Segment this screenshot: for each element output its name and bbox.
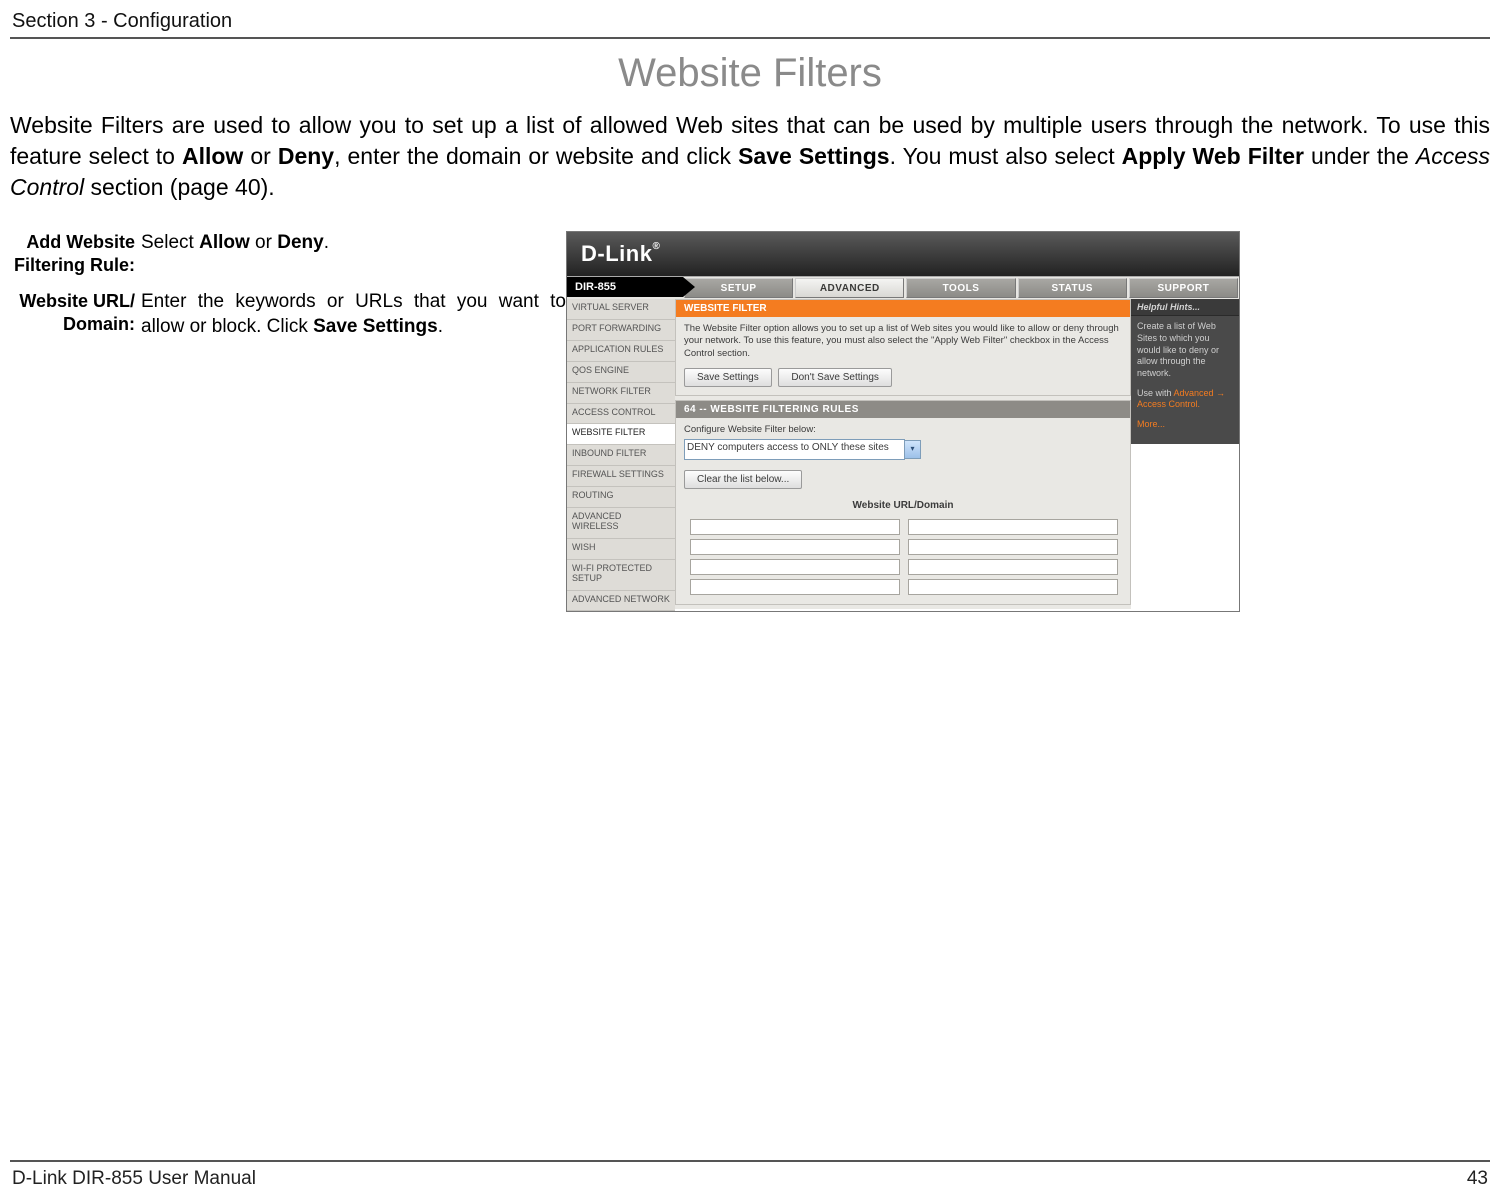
- url-input[interactable]: [908, 539, 1118, 555]
- configure-label: Configure Website Filter below:: [684, 424, 1122, 436]
- sidebar-item-port-forwarding[interactable]: PORT FORWARDING: [567, 320, 675, 341]
- panel-body: The Website Filter option allows you to …: [676, 317, 1130, 395]
- text: Deny: [278, 143, 334, 169]
- tab-support[interactable]: SUPPORT: [1129, 278, 1238, 298]
- hints-text: Use with: [1137, 388, 1174, 398]
- text: Save Settings: [738, 143, 889, 169]
- text: Domain:: [63, 314, 135, 334]
- url-input[interactable]: [690, 539, 900, 555]
- hints-header: Helpful Hints...: [1131, 299, 1239, 316]
- text: Add Website: [26, 232, 135, 252]
- section-header: Section 3 - Configuration: [12, 10, 1490, 33]
- text: Save Settings: [313, 316, 438, 337]
- definition-row: Add Website Filtering Rule: Select Allow…: [10, 231, 566, 276]
- table-row: [686, 518, 1120, 536]
- intro-paragraph: Website Filters are used to allow you to…: [10, 110, 1490, 203]
- panel-header: WEBSITE FILTER: [676, 300, 1130, 317]
- sidebar-item-inbound-filter[interactable]: INBOUND FILTER: [567, 445, 675, 466]
- url-input[interactable]: [690, 579, 900, 595]
- text: Select: [141, 232, 199, 253]
- tab-advanced[interactable]: ADVANCED: [795, 278, 904, 298]
- hints-more-link[interactable]: More...: [1137, 419, 1165, 429]
- panel-website-filter: WEBSITE FILTER The Website Filter option…: [675, 299, 1131, 396]
- dlink-logo: D-Link®: [581, 241, 660, 267]
- chevron-down-icon[interactable]: ▾: [905, 440, 921, 459]
- tab-tools[interactable]: TOOLS: [906, 278, 1015, 298]
- sidebar-item-qos-engine[interactable]: QOS ENGINE: [567, 362, 675, 383]
- text: Apply Web Filter: [1122, 143, 1304, 169]
- definition-row: Website URL/ Domain: Enter the keywords …: [10, 290, 566, 339]
- router-ui-screenshot: D-Link® DIR-855 SETUP ADVANCED TOOLS STA…: [566, 231, 1240, 612]
- dont-save-settings-button[interactable]: Don't Save Settings: [778, 368, 892, 387]
- panel-description: The Website Filter option allows you to …: [684, 323, 1122, 360]
- text: under the: [1304, 143, 1416, 169]
- definition-body: Enter the keywords or URLs that you want…: [135, 290, 566, 339]
- text: Allow: [182, 143, 243, 169]
- url-input[interactable]: [690, 519, 900, 535]
- sidebar-item-wifi-protected-setup[interactable]: WI-FI PROTECTED SETUP: [567, 560, 675, 591]
- tab-status[interactable]: STATUS: [1018, 278, 1127, 298]
- clear-list-button[interactable]: Clear the list below...: [684, 470, 802, 489]
- text: .: [324, 232, 329, 253]
- panel-subheader: 64 -- WEBSITE FILTERING RULES: [676, 401, 1130, 418]
- sidebar-item-wish[interactable]: WISH: [567, 539, 675, 560]
- router-banner: D-Link®: [567, 232, 1239, 276]
- sidebar-item-website-filter[interactable]: WEBSITE FILTER: [567, 424, 675, 445]
- sidebar: VIRTUAL SERVER PORT FORWARDING APPLICATI…: [567, 299, 675, 611]
- url-table: Website URL/Domain: [684, 493, 1122, 598]
- url-input[interactable]: [908, 579, 1118, 595]
- definition-label: Add Website Filtering Rule:: [10, 231, 135, 276]
- sidebar-item-virtual-server[interactable]: VIRTUAL SERVER: [567, 299, 675, 320]
- sidebar-item-application-rules[interactable]: APPLICATION RULES: [567, 341, 675, 362]
- url-table-header: Website URL/Domain: [686, 495, 1120, 516]
- text: Filtering Rule:: [14, 255, 135, 275]
- tab-setup[interactable]: SETUP: [684, 278, 793, 298]
- divider-top: [10, 37, 1490, 39]
- sidebar-item-advanced-wireless[interactable]: ADVANCED WIRELESS: [567, 508, 675, 539]
- top-tabs: SETUP ADVANCED TOOLS STATUS SUPPORT: [683, 277, 1239, 299]
- sidebar-item-access-control[interactable]: ACCESS CONTROL: [567, 404, 675, 425]
- text: . You must also select: [890, 143, 1122, 169]
- registered-icon: ®: [652, 241, 660, 252]
- page-title: Website Filters: [10, 51, 1490, 96]
- filter-mode-select[interactable]: DENY computers access to ONLY these site…: [684, 439, 905, 460]
- sidebar-item-firewall-settings[interactable]: FIREWALL SETTINGS: [567, 466, 675, 487]
- footer-page-number: 43: [1467, 1168, 1488, 1190]
- text: or: [243, 143, 278, 169]
- panel-filtering-rules: 64 -- WEBSITE FILTERING RULES Configure …: [675, 400, 1131, 604]
- sidebar-item-routing[interactable]: ROUTING: [567, 487, 675, 508]
- url-input[interactable]: [908, 559, 1118, 575]
- hints-body: Create a list of Web Sites to which you …: [1131, 316, 1239, 436]
- hints-text: Create a list of Web Sites to which you …: [1137, 321, 1233, 379]
- text: section (page 40).: [84, 174, 275, 200]
- text: D-Link: [581, 241, 652, 266]
- panel-body: Configure Website Filter below: DENY com…: [676, 418, 1130, 603]
- table-row: [686, 558, 1120, 576]
- sidebar-item-advanced-network[interactable]: ADVANCED NETWORK: [567, 591, 675, 612]
- definitions-column: Add Website Filtering Rule: Select Allow…: [10, 231, 566, 345]
- table-row: [686, 538, 1120, 556]
- divider-bottom: [10, 1160, 1490, 1162]
- text: or: [250, 232, 277, 253]
- main-panel: WEBSITE FILTER The Website Filter option…: [675, 299, 1131, 608]
- url-input[interactable]: [908, 519, 1118, 535]
- url-input[interactable]: [690, 559, 900, 575]
- text: Deny: [277, 232, 323, 253]
- text: , enter the domain or website and click: [334, 143, 738, 169]
- page-footer: D-Link DIR-855 User Manual 43: [12, 1168, 1488, 1190]
- helpful-hints-panel: Helpful Hints... Create a list of Web Si…: [1131, 299, 1239, 444]
- definition-body: Select Allow or Deny.: [135, 231, 566, 276]
- save-settings-button[interactable]: Save Settings: [684, 368, 772, 387]
- sidebar-item-network-filter[interactable]: NETWORK FILTER: [567, 383, 675, 404]
- table-row: [686, 578, 1120, 596]
- footer-manual-title: D-Link DIR-855 User Manual: [12, 1168, 256, 1190]
- model-label: DIR-855: [567, 277, 683, 297]
- text: Website URL/: [19, 291, 135, 311]
- text: Allow: [199, 232, 250, 253]
- text: .: [438, 316, 443, 337]
- definition-label: Website URL/ Domain:: [10, 290, 135, 339]
